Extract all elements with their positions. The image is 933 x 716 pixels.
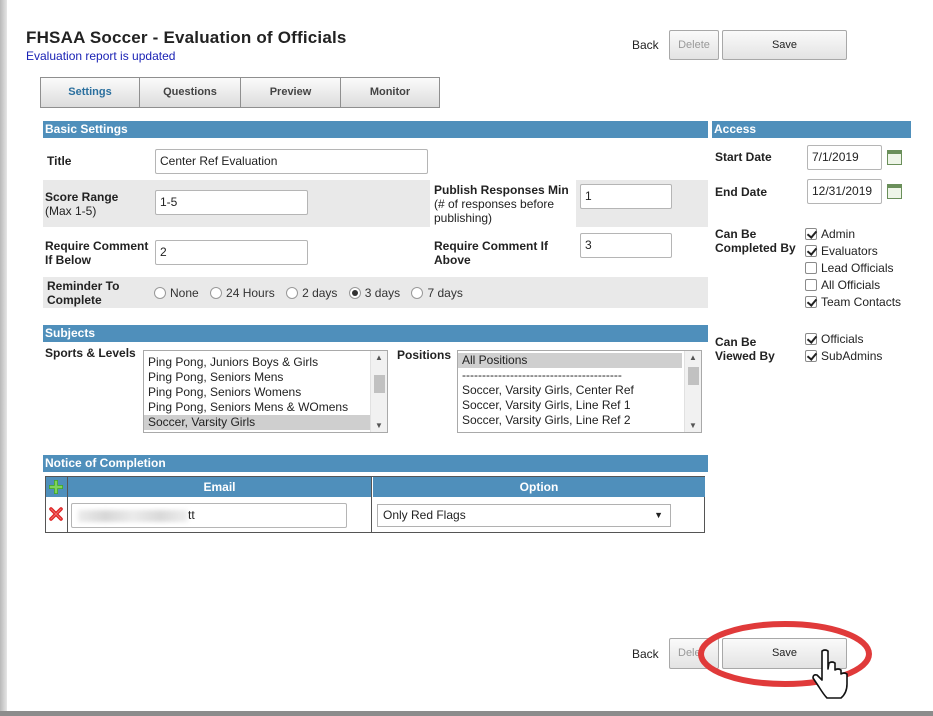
tab-settings[interactable]: Settings [40,77,140,108]
delete-button[interactable]: Delete [669,30,719,60]
require-comment-above-input[interactable]: 3 [580,233,672,258]
title-label: Title [47,154,72,168]
checkbox-all-officials[interactable]: All Officials [805,277,901,294]
reminder-option-none[interactable]: None [154,286,199,300]
reminder-radio-group: None 24 Hours 2 days 3 days 7 days [154,286,471,300]
require-comment-below-label: Require Comment If Below [45,239,149,267]
hand-cursor-icon [812,649,848,699]
tab-questions[interactable]: Questions [139,77,241,108]
scroll-thumb[interactable] [374,375,385,393]
scroll-up-icon[interactable]: ▲ [375,353,383,362]
start-date-label: Start Date [715,150,772,164]
list-item[interactable]: Soccer, Varsity Girls, Line Ref 1 [458,398,701,413]
checkbox-checked-icon [805,333,817,345]
scroll-up-icon[interactable]: ▲ [689,353,697,362]
checkbox-checked-icon [805,228,817,240]
radio-selected-icon [348,287,361,299]
tab-monitor[interactable]: Monitor [340,77,440,108]
save-button[interactable]: Save [722,30,847,60]
footer-back-button[interactable]: Back [632,647,659,661]
publish-responses-input[interactable]: 1 [580,184,672,209]
list-item-selected[interactable]: All Positions [458,353,682,368]
radio-icon [286,287,299,299]
checkbox-admin[interactable]: Admin [805,226,901,243]
column-divider [67,477,68,532]
end-date-label: End Date [715,185,768,199]
back-button[interactable]: Back [632,38,659,52]
checkbox-lead-officials[interactable]: Lead Officials [805,260,901,277]
page-title: FHSAA Soccer - Evaluation of Officials [26,28,347,47]
sports-levels-label: Sports & Levels [45,346,136,360]
add-row-icon[interactable] [49,480,63,494]
chevron-down-icon: ▼ [654,510,663,520]
reminder-option-7-days[interactable]: 7 days [411,286,463,300]
access-header: Access [712,121,911,138]
status-message: Evaluation report is updated [26,49,176,63]
reminder-option-24-hours[interactable]: 24 Hours [210,286,275,300]
window-bottom-edge [0,711,933,716]
notice-email-input[interactable]: tt [71,503,347,528]
notice-of-completion-header: Notice of Completion [43,455,708,472]
list-item[interactable]: Ping Pong, Seniors Mens [144,370,387,385]
completed-by-checkbox-group: Admin Evaluators Lead Officials All Offi… [805,226,901,311]
subjects-header: Subjects [43,325,708,342]
notice-option-select[interactable]: Only Red Flags ▼ [377,504,671,527]
notice-table: Email Option tt Only Red Flags ▼ [45,476,705,533]
sports-levels-listbox[interactable]: Ping Pong, Juniors Boys & Girls Ping Pon… [143,350,388,433]
viewed-by-checkbox-group: Officials SubAdmins [805,331,882,365]
column-divider [371,477,372,532]
list-item[interactable]: Soccer, Varsity Girls, Line Ref 2 [458,413,701,428]
checkbox-subadmins[interactable]: SubAdmins [805,348,882,365]
list-item[interactable]: Soccer, Varsity Girls, Center Ref [458,383,701,398]
checkbox-team-contacts[interactable]: Team Contacts [805,294,901,311]
reminder-option-3-days[interactable]: 3 days [348,286,400,300]
email-column-header: Email [68,477,371,497]
score-range-label: Score Range (Max 1-5) [45,190,119,218]
scroll-thumb[interactable] [688,367,699,385]
require-comment-above-label: Require Comment If Above [434,239,549,267]
checkbox-checked-icon [805,296,817,308]
list-item-selected[interactable]: Soccer, Varsity Girls [144,415,387,430]
calendar-icon[interactable] [887,150,902,165]
require-comment-below-input[interactable]: 2 [155,240,308,265]
checkbox-checked-icon [805,350,817,362]
reminder-label: Reminder To Complete [47,279,120,307]
delete-row-icon[interactable] [49,507,63,521]
checkbox-evaluators[interactable]: Evaluators [805,243,901,260]
radio-icon [411,287,424,299]
radio-icon [154,287,166,299]
redacted-email [78,510,188,522]
list-item: ---------------------------------------- [462,368,622,382]
can-be-completed-by-label: Can Be Completed By [715,227,796,255]
publish-responses-label: Publish Responses Min (# of responses be… [434,183,569,225]
list-item[interactable]: Ping Pong, Seniors Mens & WOmens [144,400,387,415]
start-date-input[interactable]: 7/1/2019 [807,145,882,170]
option-column-header: Option [373,477,705,497]
scroll-down-icon[interactable]: ▼ [375,421,383,430]
positions-label: Positions [397,348,452,362]
end-date-input[interactable]: 12/31/2019 [807,179,882,204]
scroll-down-icon[interactable]: ▼ [689,421,697,430]
email-visible-suffix: tt [188,508,195,522]
positions-listbox[interactable]: All Positions --------------------------… [457,350,702,433]
title-input[interactable]: Center Ref Evaluation [155,149,428,174]
score-range-input[interactable]: 1-5 [155,190,308,215]
basic-settings-header: Basic Settings [43,121,708,138]
list-item[interactable]: Ping Pong, Juniors Boys & Girls [144,355,387,370]
calendar-icon[interactable] [887,184,902,199]
window-left-edge [0,0,7,716]
checkbox-unchecked-icon [805,262,817,274]
scrollbar[interactable]: ▲ ▼ [370,351,387,432]
can-be-viewed-by-label: Can Be Viewed By [715,335,775,363]
checkbox-unchecked-icon [805,279,817,291]
scrollbar[interactable]: ▲ ▼ [684,351,701,432]
tab-preview[interactable]: Preview [240,77,341,108]
radio-icon [210,287,223,299]
checkbox-officials[interactable]: Officials [805,331,882,348]
reminder-option-2-days[interactable]: 2 days [286,286,337,300]
checkbox-checked-icon [805,245,817,257]
list-item[interactable]: Ping Pong, Seniors Womens [144,385,387,400]
